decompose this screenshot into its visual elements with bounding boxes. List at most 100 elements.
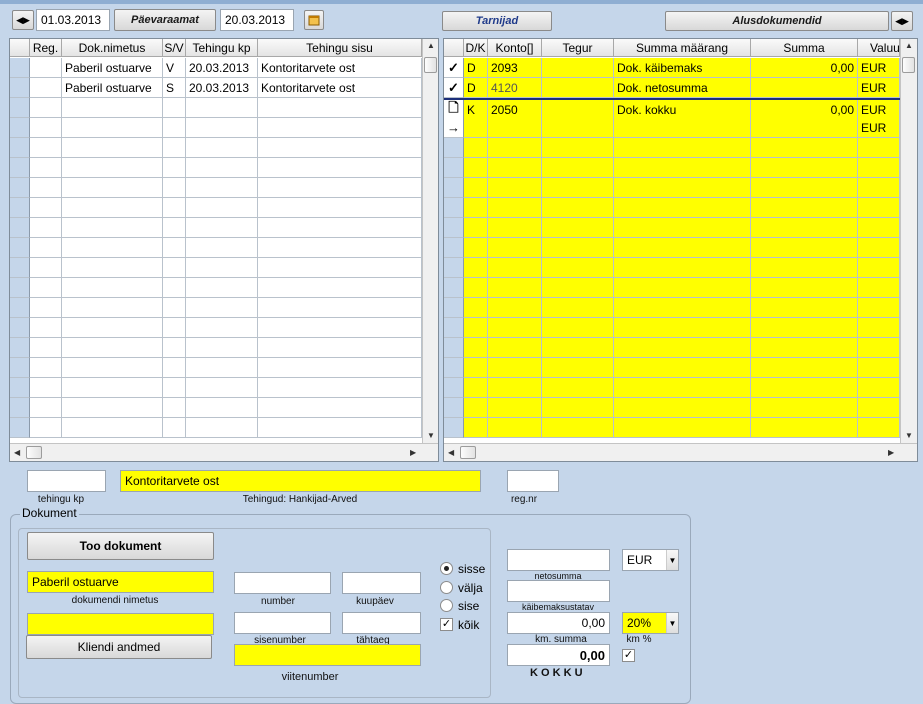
table-cell[interactable] bbox=[614, 258, 751, 278]
table-cell[interactable]: 0,00 bbox=[751, 100, 858, 120]
row-selector[interactable] bbox=[10, 318, 30, 338]
table-row[interactable] bbox=[444, 158, 900, 178]
table-cell[interactable]: EUR bbox=[858, 58, 900, 78]
table-row[interactable] bbox=[10, 398, 422, 418]
row-selector[interactable] bbox=[10, 98, 30, 118]
table-cell[interactable] bbox=[464, 118, 488, 138]
table-cell[interactable] bbox=[488, 378, 542, 398]
table-cell[interactable] bbox=[542, 418, 614, 438]
table-cell[interactable]: D bbox=[464, 78, 488, 98]
table-cell[interactable] bbox=[62, 378, 163, 398]
table-cell[interactable] bbox=[614, 398, 751, 418]
scroll-right-icon[interactable]: ▶ bbox=[410, 448, 416, 457]
table-row[interactable] bbox=[444, 258, 900, 278]
table-cell[interactable] bbox=[542, 218, 614, 238]
table-cell[interactable] bbox=[751, 318, 858, 338]
table-cell[interactable] bbox=[30, 238, 62, 258]
table-cell[interactable] bbox=[62, 398, 163, 418]
table-cell[interactable] bbox=[62, 418, 163, 438]
table-cell[interactable]: K bbox=[464, 100, 488, 120]
table-cell[interactable] bbox=[464, 298, 488, 318]
row-selector[interactable] bbox=[444, 138, 464, 158]
table-cell[interactable] bbox=[30, 258, 62, 278]
table-row[interactable] bbox=[444, 238, 900, 258]
table-cell[interactable] bbox=[30, 198, 62, 218]
right-col-dk[interactable]: D/K bbox=[464, 39, 488, 57]
table-cell[interactable] bbox=[464, 158, 488, 178]
table-cell[interactable] bbox=[542, 358, 614, 378]
table-cell[interactable] bbox=[258, 278, 422, 298]
table-cell[interactable] bbox=[258, 118, 422, 138]
table-cell[interactable] bbox=[858, 418, 900, 438]
table-cell[interactable] bbox=[30, 358, 62, 378]
table-row[interactable] bbox=[444, 278, 900, 298]
table-row[interactable]: 🗋 K 2050 Dok. kokku 0,00 EUR bbox=[444, 98, 900, 120]
date-to-field[interactable]: 20.03.2013 bbox=[220, 9, 294, 31]
row-selector[interactable] bbox=[444, 158, 464, 178]
row-selector[interactable] bbox=[444, 378, 464, 398]
table-cell[interactable] bbox=[163, 138, 186, 158]
table-cell[interactable] bbox=[464, 198, 488, 218]
table-row[interactable] bbox=[10, 238, 422, 258]
table-cell[interactable] bbox=[542, 298, 614, 318]
table-row[interactable] bbox=[444, 338, 900, 358]
table-row[interactable] bbox=[10, 118, 422, 138]
table-cell[interactable] bbox=[542, 258, 614, 278]
table-row[interactable] bbox=[444, 318, 900, 338]
chevron-down-icon[interactable]: ▼ bbox=[666, 613, 678, 633]
left-col-tehingu-kp[interactable]: Tehingu kp bbox=[186, 39, 258, 57]
table-cell[interactable] bbox=[751, 358, 858, 378]
table-cell[interactable]: Dok. käibemaks bbox=[614, 58, 751, 78]
row-selector[interactable] bbox=[444, 298, 464, 318]
table-cell[interactable] bbox=[186, 218, 258, 238]
table-cell[interactable] bbox=[186, 138, 258, 158]
row-selector[interactable] bbox=[10, 58, 30, 78]
table-cell[interactable] bbox=[62, 158, 163, 178]
table-cell[interactable] bbox=[30, 118, 62, 138]
left-col-dok-nimetus[interactable]: Dok.nimetus bbox=[62, 39, 163, 57]
table-cell[interactable]: Dok. netosumma bbox=[614, 78, 751, 98]
table-cell[interactable] bbox=[542, 100, 614, 120]
row-selector[interactable] bbox=[10, 298, 30, 318]
table-row[interactable] bbox=[444, 198, 900, 218]
table-cell[interactable] bbox=[751, 238, 858, 258]
table-cell[interactable] bbox=[858, 338, 900, 358]
table-cell[interactable] bbox=[614, 158, 751, 178]
table-cell[interactable] bbox=[614, 298, 751, 318]
table-cell[interactable] bbox=[62, 338, 163, 358]
row-selector[interactable]: ✓ bbox=[444, 58, 464, 78]
table-cell[interactable] bbox=[163, 178, 186, 198]
table-cell[interactable] bbox=[751, 298, 858, 318]
row-selector[interactable] bbox=[444, 418, 464, 438]
table-cell[interactable] bbox=[464, 138, 488, 158]
table-cell[interactable] bbox=[751, 258, 858, 278]
table-cell[interactable] bbox=[751, 378, 858, 398]
tarnijad-button[interactable]: Tarnijad bbox=[442, 11, 552, 31]
table-cell[interactable]: Paberil ostuarve bbox=[62, 58, 163, 78]
left-hscroll-thumb[interactable] bbox=[26, 446, 42, 459]
table-cell[interactable] bbox=[62, 298, 163, 318]
table-cell[interactable] bbox=[186, 278, 258, 298]
table-cell[interactable] bbox=[488, 158, 542, 178]
table-cell[interactable] bbox=[542, 398, 614, 418]
table-row[interactable] bbox=[444, 218, 900, 238]
table-cell[interactable] bbox=[186, 158, 258, 178]
table-cell[interactable] bbox=[186, 318, 258, 338]
left-transactions-grid[interactable]: Reg. Dok.nimetus S/V Tehingu kp Tehingu … bbox=[9, 38, 439, 462]
table-cell[interactable] bbox=[30, 98, 62, 118]
table-cell[interactable] bbox=[464, 418, 488, 438]
currency-select[interactable]: EUR ▼ bbox=[622, 549, 679, 571]
table-cell[interactable] bbox=[30, 78, 62, 98]
row-selector[interactable] bbox=[444, 198, 464, 218]
reg-nr-field[interactable] bbox=[507, 470, 559, 492]
table-cell[interactable] bbox=[186, 198, 258, 218]
row-selector[interactable] bbox=[10, 398, 30, 418]
right-col-konto[interactable]: Konto[] bbox=[488, 39, 542, 57]
table-cell[interactable] bbox=[858, 218, 900, 238]
table-cell[interactable] bbox=[614, 198, 751, 218]
table-cell[interactable] bbox=[30, 218, 62, 238]
table-row[interactable] bbox=[10, 318, 422, 338]
row-selector[interactable]: → bbox=[444, 118, 464, 138]
table-cell[interactable] bbox=[858, 398, 900, 418]
row-selector[interactable] bbox=[444, 278, 464, 298]
